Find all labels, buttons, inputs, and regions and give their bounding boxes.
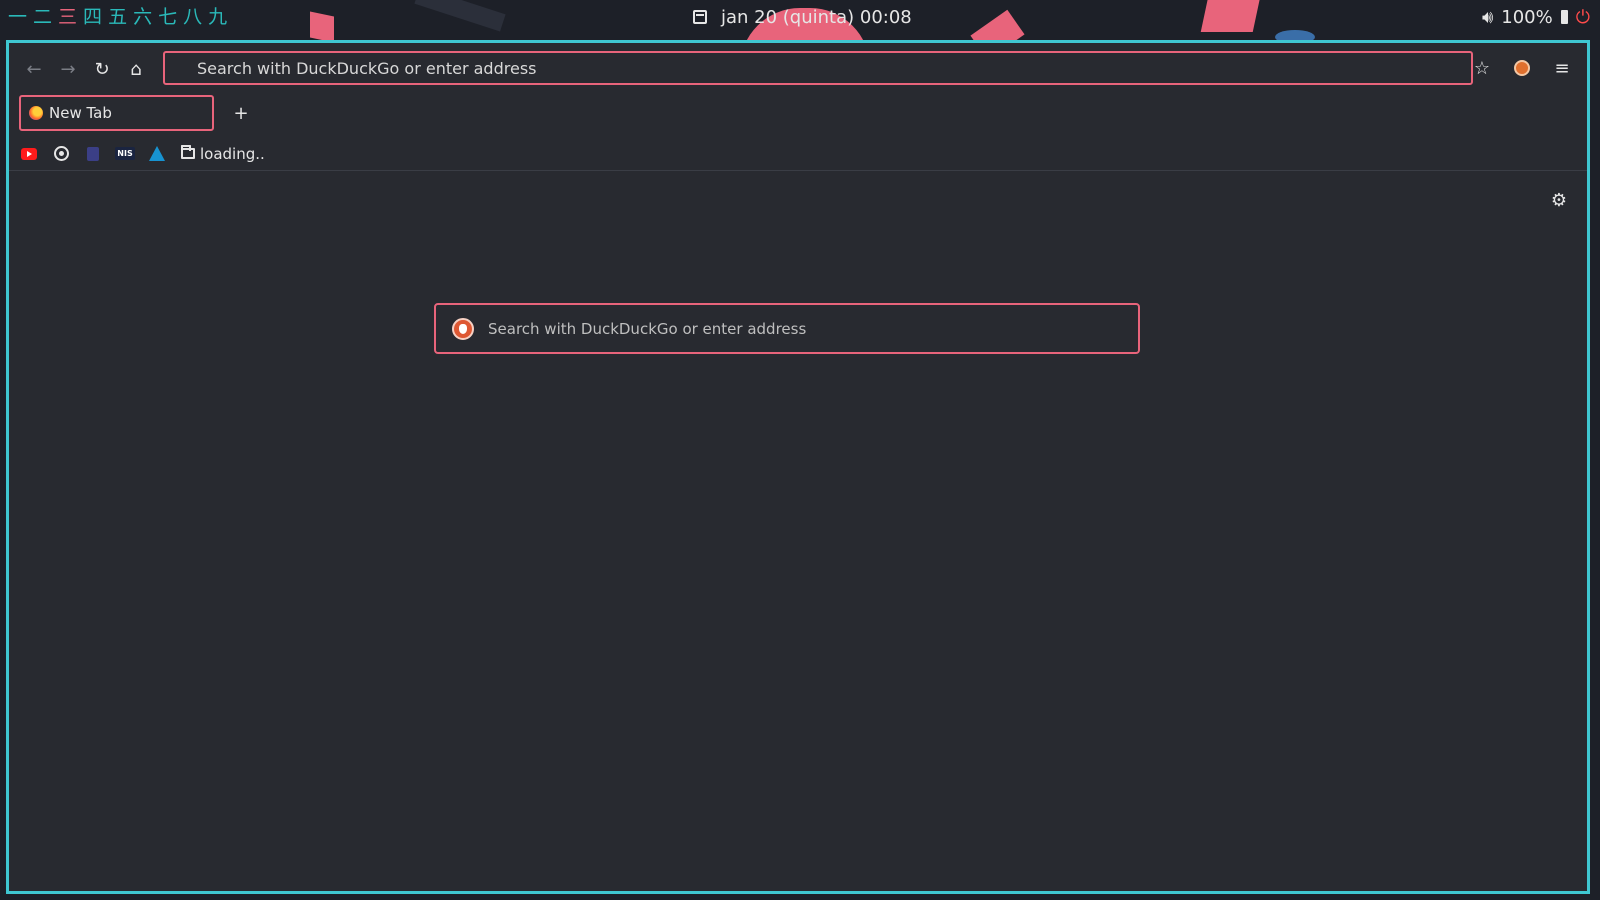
content-search-input[interactable] bbox=[486, 318, 1090, 339]
bookmark-github[interactable] bbox=[53, 146, 69, 162]
firefox-icon bbox=[29, 106, 43, 120]
bookmarks-bar: NIS loading.. bbox=[9, 137, 1587, 171]
youtube-icon bbox=[21, 147, 37, 160]
home-icon[interactable]: ⌂ bbox=[119, 52, 153, 86]
workspace-3[interactable]: 三 bbox=[58, 0, 77, 34]
bookmark-youtube[interactable] bbox=[21, 146, 37, 162]
calendar-icon bbox=[693, 10, 707, 24]
hamburger-menu-icon[interactable]: ≡ bbox=[1545, 51, 1579, 85]
volume-level: 100% bbox=[1501, 6, 1553, 28]
arch-linux-icon bbox=[149, 146, 165, 161]
volume-icon[interactable]: 🔊︎ bbox=[1482, 7, 1493, 28]
workspace-9[interactable]: 九 bbox=[208, 0, 227, 34]
tab-strip: New Tab + bbox=[9, 95, 1587, 137]
tab-new-tab[interactable]: New Tab bbox=[19, 95, 214, 131]
top-bar: 一 二 三 四 五 六 七 八 九 jan 20 (quinta) 00:08 … bbox=[0, 0, 1600, 34]
system-tray: 🔊︎ 100% ⏻ bbox=[1482, 0, 1590, 34]
url-bar[interactable] bbox=[163, 51, 1473, 85]
workspace-4[interactable]: 四 bbox=[83, 0, 102, 34]
url-input[interactable] bbox=[165, 57, 1471, 79]
bookmark-nis[interactable]: NIS bbox=[115, 146, 135, 162]
folder-icon bbox=[181, 145, 195, 159]
back-arrow-icon[interactable]: ← bbox=[17, 52, 51, 86]
lock-icon bbox=[87, 146, 99, 161]
workspace-5[interactable]: 五 bbox=[108, 0, 127, 34]
duckduckgo-extension-icon[interactable] bbox=[1505, 51, 1539, 85]
bookmark-folder[interactable]: loading.. bbox=[181, 145, 265, 163]
bookmark-folder-label: loading.. bbox=[200, 144, 265, 163]
workspace-7[interactable]: 七 bbox=[158, 0, 177, 34]
workspace-1[interactable]: 一 bbox=[8, 0, 27, 34]
clock[interactable]: jan 20 (quinta) 00:08 bbox=[693, 0, 912, 34]
new-tab-page: ⚙ bbox=[9, 172, 1587, 891]
tab-title: New Tab bbox=[49, 104, 112, 122]
power-icon[interactable]: ⏻ bbox=[1576, 7, 1590, 28]
bookmark-star-icon[interactable]: ☆ bbox=[1465, 51, 1499, 85]
toolbar-right: ☆ ≡ bbox=[1465, 51, 1579, 85]
bookmark-arch[interactable] bbox=[149, 146, 165, 162]
workspace-2[interactable]: 二 bbox=[33, 0, 52, 34]
content-search-box[interactable] bbox=[434, 303, 1140, 354]
forward-arrow-icon[interactable]: → bbox=[51, 52, 85, 86]
bookmark-lock[interactable] bbox=[85, 146, 101, 162]
clock-text: jan 20 (quinta) 00:08 bbox=[721, 6, 912, 28]
battery-icon bbox=[1560, 10, 1568, 24]
gear-icon[interactable]: ⚙ bbox=[1551, 190, 1567, 211]
workspace-6[interactable]: 六 bbox=[133, 0, 152, 34]
workspace-list: 一 二 三 四 五 六 七 八 九 bbox=[8, 0, 227, 34]
github-icon bbox=[53, 146, 69, 161]
nis-icon: NIS bbox=[115, 147, 135, 160]
reload-icon[interactable]: ↻ bbox=[85, 52, 119, 86]
browser-window: ← → ↻ ⌂ ☆ ≡ New Tab + NIS loading.. ⚙ bbox=[6, 40, 1590, 894]
duckduckgo-logo-icon bbox=[452, 317, 474, 340]
new-tab-button[interactable]: + bbox=[227, 99, 255, 127]
workspace-8[interactable]: 八 bbox=[183, 0, 202, 34]
nav-bar: ← → ↻ ⌂ ☆ ≡ bbox=[9, 43, 1587, 95]
